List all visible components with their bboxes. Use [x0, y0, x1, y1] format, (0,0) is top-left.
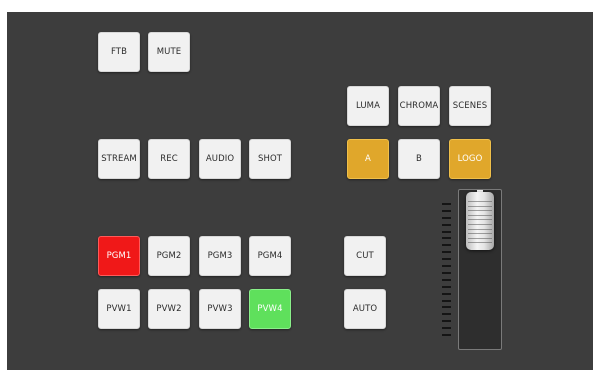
shot-button[interactable]: SHOT	[249, 139, 291, 179]
handle-grip-ridge	[468, 214, 492, 216]
pgm4-button[interactable]: PGM4	[249, 236, 291, 276]
pvw3-button[interactable]: PVW3	[199, 289, 241, 329]
pvw4-button[interactable]: PVW4	[249, 289, 291, 329]
mute-button[interactable]: MUTE	[148, 32, 190, 72]
chroma-button[interactable]: CHROMA	[398, 86, 440, 126]
stream-button[interactable]: STREAM	[98, 139, 140, 179]
luma-button[interactable]: LUMA	[347, 86, 389, 126]
scale-tick	[442, 320, 451, 322]
scale-tick	[442, 265, 451, 267]
scale-tick	[442, 203, 451, 205]
t-bar-handle[interactable]	[466, 192, 494, 250]
scale-tick	[442, 224, 451, 226]
scale-tick	[442, 251, 451, 253]
handle-grip-ridge	[468, 210, 492, 212]
audio-button[interactable]: AUDIO	[199, 139, 241, 179]
handle-grip-ridge	[468, 233, 492, 235]
handle-grip-ridge	[468, 228, 492, 230]
handle-grip-ridge	[468, 242, 492, 244]
scale-tick	[442, 300, 451, 302]
scale-tick	[442, 334, 451, 336]
switcher-panel	[7, 12, 593, 370]
scale-tick	[442, 231, 451, 233]
ftb-button[interactable]: FTB	[98, 32, 140, 72]
handle-grip-ridge	[468, 201, 492, 202]
pvw1-button[interactable]: PVW1	[98, 289, 140, 329]
cut-button[interactable]: CUT	[344, 236, 386, 276]
pgm3-button[interactable]: PGM3	[199, 236, 241, 276]
scale-tick	[442, 237, 451, 239]
scale-tick	[442, 286, 451, 288]
scale-tick	[442, 293, 451, 295]
scale-tick	[442, 313, 451, 315]
t-bar-track	[458, 189, 502, 350]
t-bar-scale	[442, 203, 451, 336]
handle-grip-ridge	[468, 219, 492, 221]
handle-grip-ridge	[468, 205, 492, 207]
pgm2-button[interactable]: PGM2	[148, 236, 190, 276]
scale-tick	[442, 272, 451, 274]
auto-button[interactable]: AUTO	[344, 289, 386, 329]
rec-button[interactable]: REC	[148, 139, 190, 179]
handle-grip-ridge	[468, 237, 492, 239]
scale-tick	[442, 327, 451, 329]
handle-grip-ridge	[468, 224, 492, 225]
scale-tick	[442, 244, 451, 246]
logo-button[interactable]: LOGO	[449, 139, 491, 179]
overlay-a-button[interactable]: A	[347, 139, 389, 179]
scenes-button[interactable]: SCENES	[449, 86, 491, 126]
overlay-b-button[interactable]: B	[398, 139, 440, 179]
scale-tick	[442, 306, 451, 308]
scale-tick	[442, 210, 451, 212]
pgm1-button[interactable]: PGM1	[98, 236, 140, 276]
pvw2-button[interactable]: PVW2	[148, 289, 190, 329]
scale-tick	[442, 217, 451, 219]
scale-tick	[442, 279, 451, 281]
scale-tick	[442, 258, 451, 260]
